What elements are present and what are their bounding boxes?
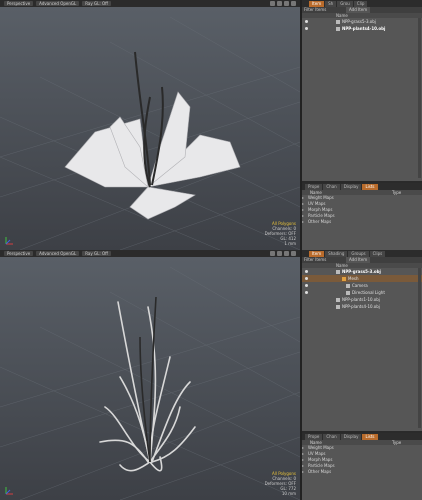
vmap-label: Other Maps — [308, 219, 332, 224]
visibility-icon[interactable] — [305, 20, 308, 23]
item-label: Directional Light — [352, 290, 385, 295]
list-item[interactable]: NPP-plants4-10.obj — [302, 25, 422, 32]
mesh-item-icon — [336, 26, 340, 31]
scene-flower-plant — [0, 16, 300, 250]
items-tabs: Item Sh Grou Clip — [302, 0, 422, 7]
perspective-button[interactable]: Perspective — [4, 251, 34, 256]
viewport-toolbar: Perspective Advanced OpenGL Ray GL: Off — [0, 0, 300, 7]
vmap-label: UV Maps — [308, 201, 326, 206]
visibility-icon[interactable] — [305, 284, 308, 287]
unit-text: 1 mm — [284, 241, 296, 246]
viewport-toolbar: Perspective Advanced OpenGL Ray GL: Off — [0, 250, 300, 257]
rotate-view-icon[interactable] — [277, 251, 282, 256]
list-item[interactable]: Directional Light — [302, 289, 422, 296]
mesh-item-icon — [336, 297, 340, 302]
vmap-label: Weight Maps — [308, 445, 334, 450]
zoom-view-icon[interactable] — [284, 251, 289, 256]
opengl-mode-button[interactable]: Advanced OpenGL — [36, 251, 80, 256]
vmap-label: UV Maps — [308, 451, 326, 456]
items-tabs: Item Shading Groups Clips — [302, 250, 422, 257]
list-item[interactable]: NPP-grass5-3.obj — [302, 268, 422, 275]
mesh-icon — [342, 276, 346, 281]
item-label: NPP-grass5-3.obj — [342, 269, 381, 274]
item-label: Mesh — [348, 276, 359, 281]
items-list: NPP-grass5-3.obj NPP-plants4-10.obj — [302, 18, 422, 32]
axis-gizmo-icon — [5, 487, 13, 495]
raygl-button[interactable]: Ray GL: Off — [82, 251, 111, 256]
zoom-view-icon[interactable] — [284, 1, 289, 6]
vertex-map-list: Prope Chan Display Lists Name Type Weigh… — [302, 183, 422, 225]
viewport-info: All Polygons Channels: 0 Deformers: OFF … — [265, 221, 296, 246]
rotate-view-icon[interactable] — [277, 1, 282, 6]
axis-gizmo-icon — [5, 237, 13, 245]
vmap-label: Particle Maps — [308, 463, 335, 468]
properties-tabs: Prope Chan Display Lists — [302, 183, 422, 190]
item-label: Camera — [352, 283, 368, 288]
vertex-map-list: Prope Chan Display Lists Name Type Weigh… — [302, 433, 422, 475]
opengl-mode-button[interactable]: Advanced OpenGL — [36, 1, 80, 6]
viewport-info: All Polygons Channels: 0 Deformers: OFF … — [265, 471, 296, 496]
viewport-3d-top[interactable]: Perspective Advanced OpenGL Ray GL: Off — [0, 0, 302, 250]
list-item-selected[interactable]: Mesh — [302, 275, 422, 282]
move-view-icon[interactable] — [270, 251, 275, 256]
mesh-item-icon — [336, 304, 340, 309]
item-label: NPP-plants1-10.obj — [342, 297, 380, 302]
perspective-button[interactable]: Perspective — [4, 1, 34, 6]
top-workspace: Perspective Advanced OpenGL Ray GL: Off — [0, 0, 422, 250]
viewport-3d-bottom[interactable]: Perspective Advanced OpenGL Ray GL: Off — [0, 250, 302, 500]
scene-grass-plant — [0, 266, 300, 500]
items-scrollbar[interactable] — [418, 18, 421, 178]
filter-items-dropdown[interactable]: Filter Items — [304, 7, 326, 12]
vmap-label: Morph Maps — [308, 457, 333, 462]
mesh-item-icon — [336, 19, 340, 24]
visibility-icon[interactable] — [305, 291, 308, 294]
visibility-icon[interactable] — [305, 277, 308, 280]
list-item[interactable]: NPP-plants1-10.obj — [302, 296, 422, 303]
items-scrollbar[interactable] — [418, 268, 421, 428]
list-item[interactable]: NPP-grass5-3.obj — [302, 18, 422, 25]
light-icon — [346, 290, 350, 295]
list-item[interactable]: NPP-plants4-10.obj — [302, 303, 422, 310]
items-panel-top: Item Sh Grou Clip Filter Items Add Item … — [302, 0, 422, 250]
vmap-label: Weight Maps — [308, 195, 334, 200]
viewport-nav-icons — [270, 251, 296, 256]
items-panel-bottom: Item Shading Groups Clips Filter Items A… — [302, 250, 422, 500]
vmap-group[interactable]: Other Maps — [302, 469, 422, 475]
item-label: NPP-plants4-10.obj — [342, 26, 386, 31]
filter-items-dropdown[interactable]: Filter Items — [304, 257, 326, 262]
properties-tabs: Prope Chan Display Lists — [302, 433, 422, 440]
visibility-icon[interactable] — [305, 27, 308, 30]
visibility-icon[interactable] — [305, 270, 308, 273]
vmap-group[interactable]: Other Maps — [302, 219, 422, 225]
mesh-item-icon — [336, 269, 340, 274]
move-view-icon[interactable] — [270, 1, 275, 6]
item-label: NPP-plants4-10.obj — [342, 304, 380, 309]
raygl-button[interactable]: Ray GL: Off — [82, 1, 111, 6]
list-item[interactable]: Camera — [302, 282, 422, 289]
vmap-label: Other Maps — [308, 469, 332, 474]
maximize-view-icon[interactable] — [291, 251, 296, 256]
maximize-view-icon[interactable] — [291, 1, 296, 6]
viewport-nav-icons — [270, 1, 296, 6]
items-list: NPP-grass5-3.obj Mesh Camera Directional… — [302, 268, 422, 310]
item-label: NPP-grass5-3.obj — [342, 19, 376, 24]
bottom-workspace: Perspective Advanced OpenGL Ray GL: Off — [0, 250, 422, 500]
camera-icon — [346, 283, 350, 288]
vmap-label: Morph Maps — [308, 207, 333, 212]
unit-text: 10 mm — [281, 491, 296, 496]
vmap-label: Particle Maps — [308, 213, 335, 218]
